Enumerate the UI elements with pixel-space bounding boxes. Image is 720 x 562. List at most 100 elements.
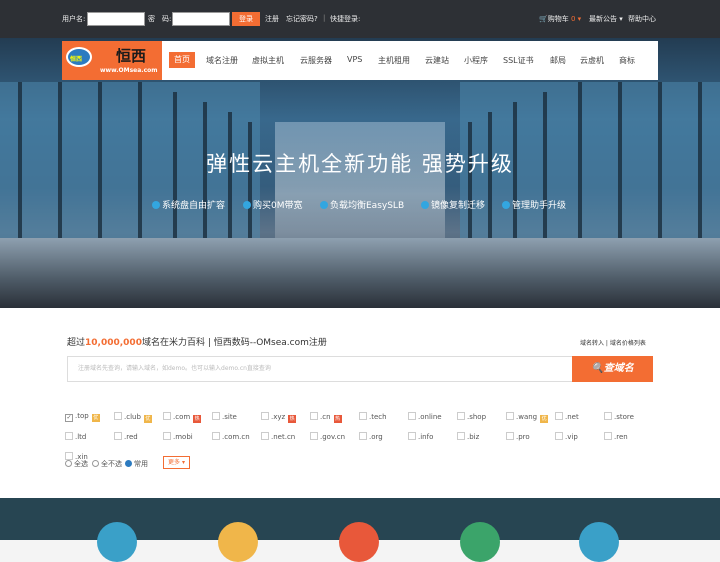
tld-badge: 热 (193, 415, 202, 423)
service-icon[interactable] (460, 522, 500, 562)
nav-item-cloud-server[interactable]: 云服务器 (300, 55, 332, 66)
nav-item-vps[interactable]: VPS (347, 55, 362, 64)
forgot-password-link[interactable]: 忘记密码? (286, 14, 318, 24)
nav-item-site-builder[interactable]: 云建站 (425, 55, 449, 66)
domain-search-button[interactable]: 🔍查域名 (572, 356, 653, 382)
nav-item-ssl[interactable]: SSL证书 (503, 55, 534, 66)
service-icon[interactable] (339, 522, 379, 562)
checkbox[interactable] (261, 432, 269, 440)
tld-option-org[interactable]: .org (359, 432, 383, 441)
tld-option-ltd[interactable]: .ltd (65, 432, 86, 441)
cart-link[interactable]: 🛒购物车 0 ▾ (539, 14, 581, 24)
nav-item-domain[interactable]: 域名注册 (206, 55, 238, 66)
tld-option-info[interactable]: .info (408, 432, 433, 441)
checkbox[interactable] (310, 412, 318, 420)
tld-option-club[interactable]: .club 优 (114, 412, 152, 423)
checkbox[interactable] (310, 432, 318, 440)
nav-item-mini-program[interactable]: 小程序 (464, 55, 488, 66)
tld-option-mobi[interactable]: .mobi (163, 432, 193, 441)
tld-option-vip[interactable]: .vip (555, 432, 578, 441)
checkbox[interactable] (163, 412, 171, 420)
nav-item-trademark[interactable]: 商标 (619, 55, 635, 66)
login-button[interactable]: 登录 (232, 12, 260, 26)
logo-url: www.OMsea.com (100, 67, 158, 74)
tld-option-online[interactable]: .online (408, 412, 442, 421)
tld-option-pro[interactable]: .pro (506, 432, 530, 441)
checkbox[interactable] (506, 432, 514, 440)
service-icon[interactable] (579, 522, 619, 562)
bullet-icon (243, 201, 251, 209)
checkbox[interactable] (604, 432, 612, 440)
domain-links[interactable]: 域名转入 | 域名价格列表 (580, 338, 646, 347)
tld-option-xyz[interactable]: .xyz 热 (261, 412, 297, 423)
checkbox[interactable]: ✓ (65, 414, 73, 422)
tld-option-com[interactable]: .com 热 (163, 412, 202, 423)
tld-option-wang[interactable]: .wang 优 (506, 412, 549, 423)
tld-label: .ltd (75, 433, 87, 441)
radio-common[interactable]: 常用 (125, 459, 148, 469)
tld-option-govcn[interactable]: .gov.cn (310, 432, 345, 441)
tld-label: .cn (320, 413, 331, 421)
quick-login-label: 快捷登录: (330, 15, 361, 23)
feature-item: 系统盘自由扩容 (152, 198, 225, 211)
tld-label: .vip (565, 433, 578, 441)
nav-item-colocation[interactable]: 主机租用 (378, 55, 410, 66)
checkbox[interactable] (163, 432, 171, 440)
checkbox[interactable] (457, 412, 465, 420)
more-button[interactable]: 更多 ▾ (163, 456, 190, 469)
checkbox[interactable] (65, 432, 73, 440)
checkbox[interactable] (359, 412, 367, 420)
password-label: 密 码: (148, 15, 172, 23)
feature-item: 管理助手升级 (502, 198, 566, 211)
domain-search-input[interactable]: 注册域名先查询，请输入域名，如demo。也可以输入demo.cn直接查询 (67, 356, 573, 382)
nav-item-home[interactable]: 首页 (169, 52, 195, 68)
radio-select-all[interactable]: 全选 (65, 459, 88, 469)
tld-option-store[interactable]: .store (604, 412, 634, 421)
logo-name: 恒西 (116, 47, 147, 65)
tld-option-netcn[interactable]: .net.cn (261, 432, 295, 441)
checkbox[interactable] (457, 432, 465, 440)
tld-option-site[interactable]: .site (212, 412, 237, 421)
username-label: 用户名: (62, 15, 86, 23)
checkbox[interactable] (359, 432, 367, 440)
tld-option-ren[interactable]: .ren (604, 432, 628, 441)
checkbox[interactable] (555, 432, 563, 440)
tld-option-shop[interactable]: .shop (457, 412, 486, 421)
tld-option-net[interactable]: .net (555, 412, 579, 421)
checkbox[interactable] (212, 412, 220, 420)
tld-label: .com.cn (222, 433, 250, 441)
tld-option-biz[interactable]: .biz (457, 432, 479, 441)
checkbox[interactable] (408, 412, 416, 420)
checkbox[interactable] (506, 412, 514, 420)
tld-option-red[interactable]: .red (114, 432, 138, 441)
register-link[interactable]: 注册 (265, 14, 279, 24)
radio-select-none[interactable]: 全不选 (92, 459, 122, 469)
tld-option-cn[interactable]: .cn 热 (310, 412, 342, 423)
username-input[interactable] (87, 12, 145, 26)
main-nav: 恒西 恒西 www.OMsea.com 首页 域名注册 虚拟主机 云服务器 VP… (62, 41, 658, 80)
tld-label: .biz (467, 433, 480, 441)
checkbox[interactable] (261, 412, 269, 420)
notice-link[interactable]: 最新公告 ▾ (589, 14, 623, 24)
tld-option-comcn[interactable]: .com.cn (212, 432, 250, 441)
service-icon[interactable] (97, 522, 137, 562)
help-center-link[interactable]: 帮助中心 (628, 14, 656, 24)
checkbox[interactable] (408, 432, 416, 440)
tld-badge: 优 (540, 415, 549, 423)
checkbox[interactable] (604, 412, 612, 420)
service-icon[interactable] (218, 522, 258, 562)
password-input[interactable] (172, 12, 230, 26)
nav-item-mail[interactable]: 邮局 (550, 55, 566, 66)
tld-label: .top (75, 412, 89, 420)
checkbox[interactable] (555, 412, 563, 420)
logo[interactable]: 恒西 恒西 www.OMsea.com (62, 41, 162, 80)
checkbox[interactable] (114, 432, 122, 440)
checkbox[interactable] (212, 432, 220, 440)
nav-item-cloud-vhost[interactable]: 云虚机 (580, 55, 604, 66)
checkbox[interactable] (114, 412, 122, 420)
domain-section-title: 超过10,000,000域名在米力百科 | 恒西数码--OMsea.com注册 (67, 338, 327, 348)
notice-label: 最新公告 (589, 15, 617, 23)
tld-option-tech[interactable]: .tech (359, 412, 387, 421)
tld-option-top[interactable]: ✓ .top 优 (65, 412, 100, 422)
nav-item-hosting[interactable]: 虚拟主机 (252, 55, 284, 66)
